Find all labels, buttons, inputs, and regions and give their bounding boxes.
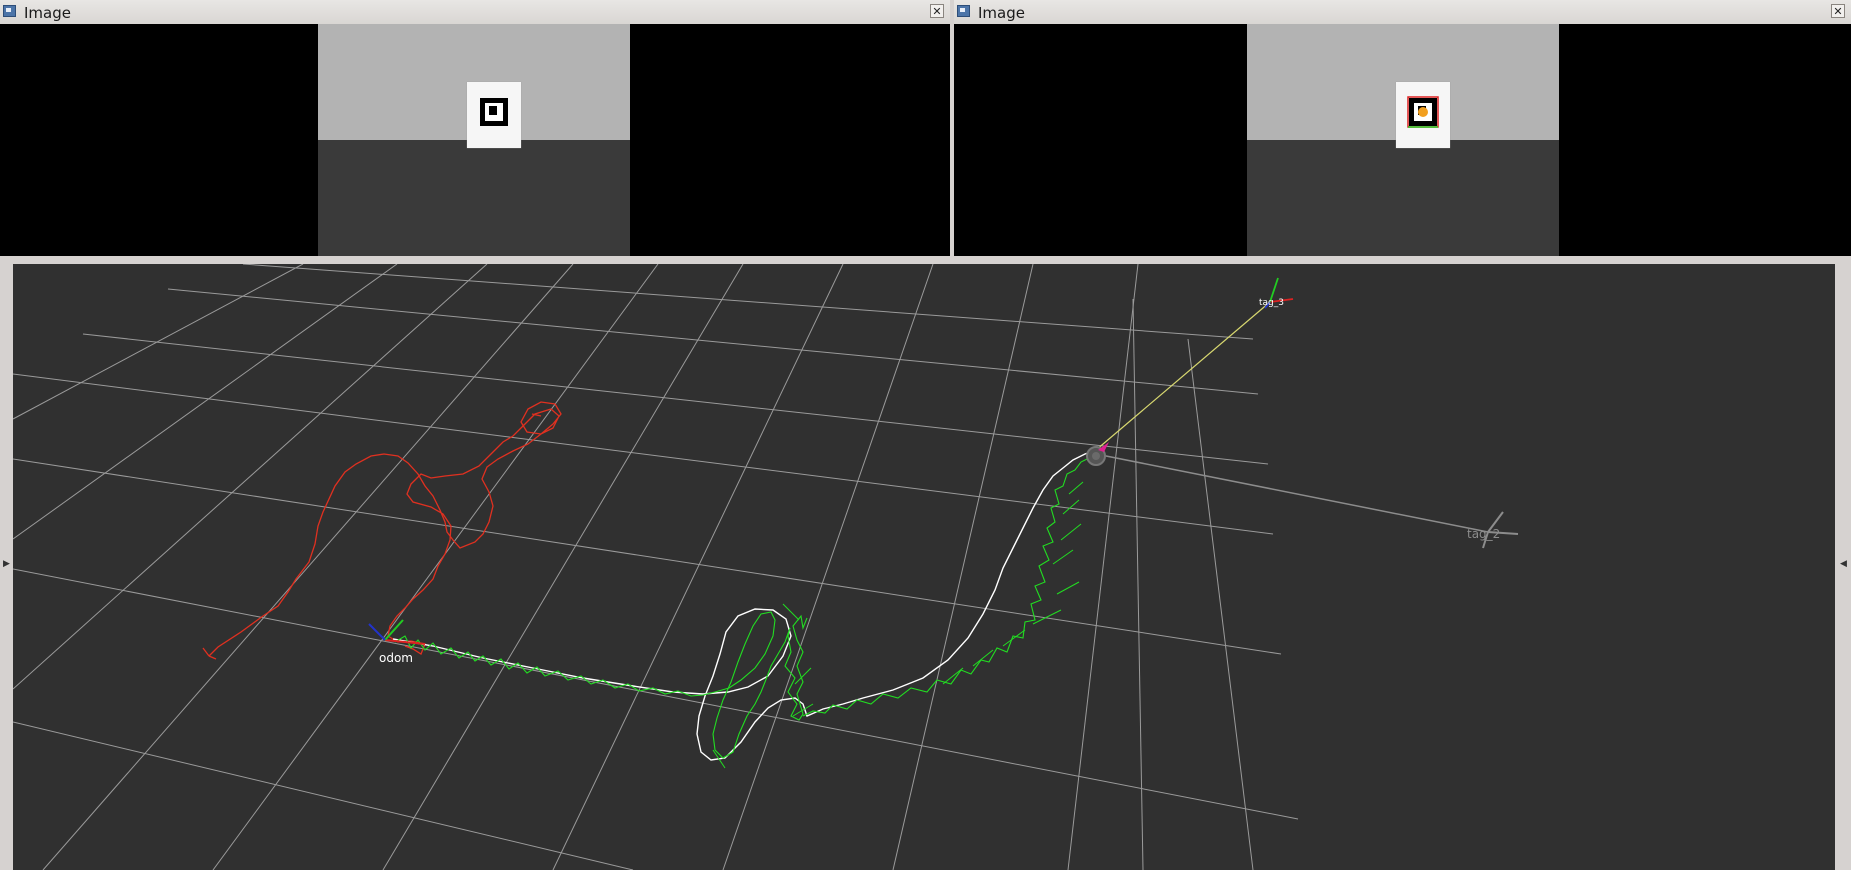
noisy-path-spikes bbox=[712, 481, 1084, 769]
image-window-icon bbox=[957, 5, 970, 17]
tag2-frame-label: tag_2 bbox=[1467, 527, 1500, 541]
close-button[interactable]: ✕ bbox=[1831, 4, 1845, 18]
odom-frame-label: odom bbox=[379, 651, 413, 665]
window-title: Image bbox=[978, 4, 1025, 22]
window-title: Image bbox=[24, 4, 71, 22]
camera-image-view bbox=[954, 24, 1851, 256]
right-panel-toggle[interactable]: ◀ bbox=[1836, 264, 1851, 870]
apriltag-marker-detected bbox=[1396, 82, 1450, 148]
camera-frame bbox=[318, 24, 630, 256]
camera-image-view bbox=[0, 24, 950, 256]
image-window-right: Image ✕ bbox=[954, 0, 1851, 258]
camera-frame bbox=[1247, 24, 1559, 256]
3d-scene: odom tag_3 tag_2 bbox=[13, 264, 1519, 870]
scene-floor bbox=[318, 140, 630, 256]
left-panel-toggle[interactable]: ▶ bbox=[0, 264, 12, 870]
image-window-left: Image ✕ bbox=[0, 0, 950, 258]
image-window-icon bbox=[3, 5, 16, 17]
expand-left-icon: ◀ bbox=[1840, 559, 1847, 569]
window-titlebar[interactable]: Image ✕ bbox=[954, 0, 1851, 25]
3d-viewport[interactable]: odom tag_3 tag_2 bbox=[13, 264, 1835, 870]
close-button[interactable]: ✕ bbox=[930, 4, 944, 18]
expand-right-icon: ▶ bbox=[3, 559, 10, 569]
scene-floor bbox=[1247, 140, 1559, 256]
window-titlebar[interactable]: Image ✕ bbox=[0, 0, 950, 25]
detection-overlay bbox=[1407, 96, 1439, 128]
tag3-frame-label: tag_3 bbox=[1259, 298, 1284, 308]
filtered-path bbox=[392, 449, 1097, 761]
ground-grid bbox=[13, 264, 1299, 870]
tag-ray bbox=[1095, 301, 1271, 451]
apriltag-marker bbox=[467, 82, 521, 148]
tag2-link bbox=[1095, 453, 1489, 533]
